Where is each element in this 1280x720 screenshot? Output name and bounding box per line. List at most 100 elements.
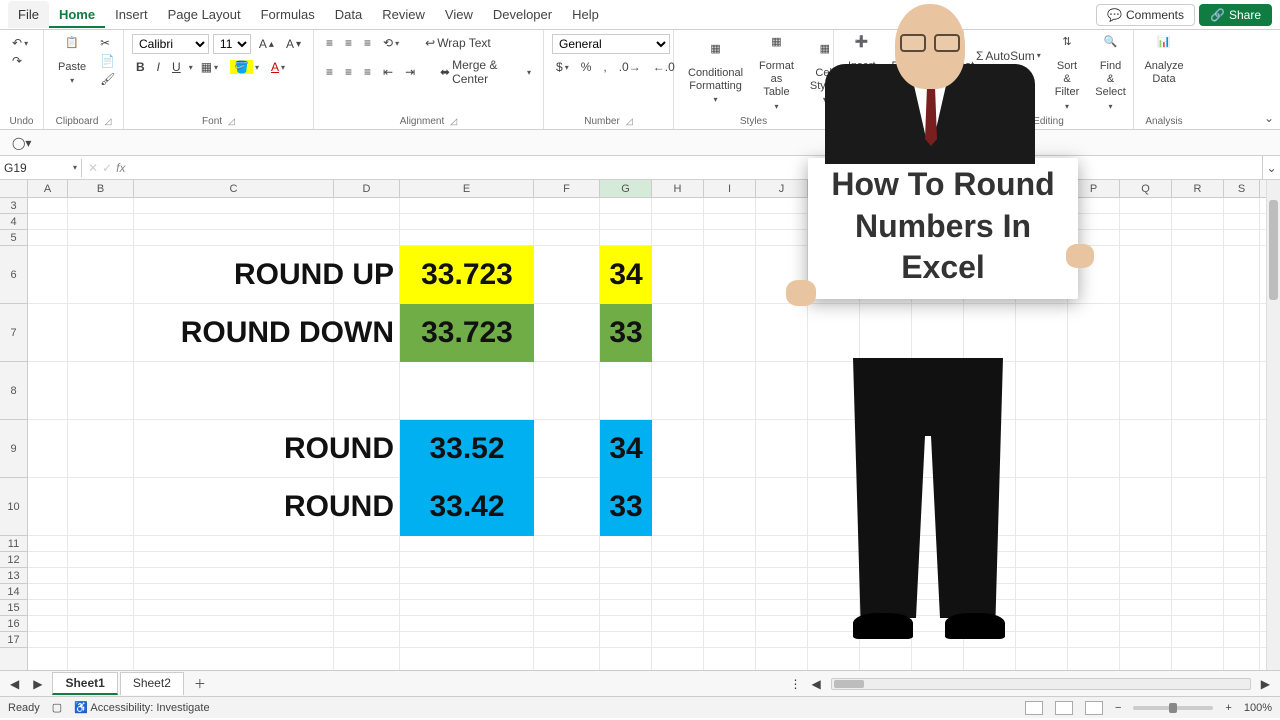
- copy-button[interactable]: 📄: [96, 52, 119, 70]
- row-header-3[interactable]: 3: [0, 198, 27, 214]
- cells-area[interactable]: ROUND UPROUND DOWNROUNDROUND33.7233433.7…: [28, 198, 1280, 670]
- accessibility-status[interactable]: ♿ Accessibility: Investigate: [74, 701, 209, 714]
- sheet-tab-sheet2[interactable]: Sheet2: [120, 672, 184, 695]
- select-all-corner[interactable]: [0, 180, 28, 197]
- percent-button[interactable]: %: [577, 58, 596, 76]
- fill-color-button[interactable]: 🪣 ▾: [226, 58, 263, 76]
- row-header-6[interactable]: 6: [0, 246, 27, 304]
- column-header-G[interactable]: G: [600, 180, 652, 197]
- number-format-select[interactable]: General: [552, 34, 670, 54]
- borders-button[interactable]: ▦ ▾: [197, 58, 222, 76]
- horizontal-scrollbar[interactable]: [831, 678, 1251, 690]
- column-header-J[interactable]: J: [756, 180, 808, 197]
- cut-button[interactable]: ✂: [96, 34, 119, 52]
- underline-button[interactable]: U: [168, 58, 185, 76]
- sheet-tab-sheet1[interactable]: Sheet1: [52, 672, 117, 695]
- align-bottom-button[interactable]: ≡: [360, 34, 375, 52]
- formula-bar[interactable]: [131, 166, 1262, 170]
- merge-center-button[interactable]: ⬌ Merge & Center ▾: [436, 56, 535, 88]
- increase-decimal-button[interactable]: .0→: [615, 58, 645, 76]
- tab-data[interactable]: Data: [325, 1, 372, 28]
- zoom-in-button[interactable]: +: [1225, 702, 1231, 714]
- italic-button[interactable]: I: [153, 58, 164, 76]
- font-name-select[interactable]: Calibri: [132, 34, 209, 54]
- tab-formulas[interactable]: Formulas: [251, 1, 325, 28]
- scrollbar-thumb[interactable]: [1269, 200, 1278, 300]
- conditional-formatting-button[interactable]: ▦Conditional Formatting▾: [682, 41, 749, 107]
- zoom-slider[interactable]: [1133, 706, 1213, 710]
- align-middle-button[interactable]: ≡: [341, 34, 356, 52]
- row-headers[interactable]: 34567891011121314151617: [0, 198, 28, 670]
- comments-button[interactable]: 💬 Comments: [1096, 4, 1195, 26]
- row-header-5[interactable]: 5: [0, 230, 27, 246]
- column-header-B[interactable]: B: [68, 180, 134, 197]
- tab-home[interactable]: Home: [49, 1, 105, 28]
- vertical-scrollbar[interactable]: [1266, 180, 1280, 670]
- tab-developer[interactable]: Developer: [483, 1, 562, 28]
- cell-G9[interactable]: 34: [600, 420, 652, 478]
- column-header-F[interactable]: F: [534, 180, 600, 197]
- row-header-15[interactable]: 15: [0, 600, 27, 616]
- column-header-C[interactable]: C: [134, 180, 334, 197]
- font-color-button[interactable]: A ▾: [267, 58, 289, 76]
- row-header-10[interactable]: 10: [0, 478, 27, 536]
- sheet-nav-next[interactable]: ▶: [29, 675, 46, 693]
- column-header-E[interactable]: E: [400, 180, 534, 197]
- increase-font-button[interactable]: A▴: [255, 35, 278, 53]
- column-headers[interactable]: ABCDEFGHIJKLMNOPQRS: [0, 180, 1280, 198]
- macro-record-icon[interactable]: ▢: [52, 701, 62, 714]
- wrap-text-button[interactable]: ↩ Wrap Text: [421, 34, 495, 52]
- analyze-data-button[interactable]: 📊Analyze Data: [1142, 34, 1186, 88]
- row-header-4[interactable]: 4: [0, 214, 27, 230]
- tab-view[interactable]: View: [435, 1, 483, 28]
- row-header-13[interactable]: 13: [0, 568, 27, 584]
- decrease-indent-button[interactable]: ⇤: [379, 63, 397, 81]
- cancel-formula-button[interactable]: ✕: [88, 161, 98, 175]
- paste-button[interactable]: 📋 Paste ▾: [52, 35, 92, 88]
- hscroll-left[interactable]: ◀: [808, 675, 825, 693]
- dialog-launcher-icon[interactable]: ◿: [450, 116, 457, 127]
- cell-E9[interactable]: 33.52: [400, 420, 534, 478]
- hscroll-right[interactable]: ▶: [1257, 675, 1274, 693]
- bold-button[interactable]: B: [132, 58, 149, 76]
- qat-item[interactable]: ◯▾: [8, 134, 35, 152]
- column-header-I[interactable]: I: [704, 180, 756, 197]
- redo-button[interactable]: ↷: [8, 52, 35, 70]
- row-header-8[interactable]: 8: [0, 362, 27, 420]
- align-left-button[interactable]: ≡: [322, 63, 337, 81]
- row-header-7[interactable]: 7: [0, 304, 27, 362]
- zoom-out-button[interactable]: −: [1115, 702, 1121, 714]
- cell-B10[interactable]: ROUND: [68, 478, 400, 536]
- increase-indent-button[interactable]: ⇥: [401, 63, 419, 81]
- tab-file[interactable]: File: [8, 1, 49, 28]
- share-button[interactable]: 🔗 Share: [1199, 4, 1272, 26]
- row-header-17[interactable]: 17: [0, 632, 27, 648]
- column-header-H[interactable]: H: [652, 180, 704, 197]
- row-header-9[interactable]: 9: [0, 420, 27, 478]
- cell-E7[interactable]: 33.723: [400, 304, 534, 362]
- orientation-button[interactable]: ⟲ ▾: [379, 34, 403, 52]
- cell-B7[interactable]: ROUND DOWN: [68, 304, 400, 362]
- zoom-level[interactable]: 100%: [1244, 702, 1272, 714]
- cell-B6[interactable]: ROUND UP: [68, 246, 400, 304]
- cell-G7[interactable]: 33: [600, 304, 652, 362]
- collapse-ribbon-button[interactable]: ⌄: [1264, 111, 1274, 125]
- expand-formula-bar-button[interactable]: ⌄: [1262, 156, 1280, 179]
- row-header-12[interactable]: 12: [0, 552, 27, 568]
- undo-button[interactable]: ↶ ▾: [8, 34, 35, 52]
- sort-filter-button[interactable]: ⇅Sort & Filter▾: [1049, 34, 1085, 113]
- column-header-A[interactable]: A: [28, 180, 68, 197]
- sheet-options-icon[interactable]: ⋮: [790, 677, 802, 691]
- enter-formula-button[interactable]: ✓: [102, 161, 112, 175]
- dialog-launcher-icon[interactable]: ◿: [104, 116, 111, 127]
- column-header-R[interactable]: R: [1172, 180, 1224, 197]
- format-as-table-button[interactable]: ▦Format as Table▾: [753, 34, 800, 113]
- column-header-S[interactable]: S: [1224, 180, 1260, 197]
- name-box[interactable]: G19 ▾: [0, 159, 82, 177]
- cell-G10[interactable]: 33: [600, 478, 652, 536]
- dialog-launcher-icon[interactable]: ◿: [626, 116, 633, 127]
- tab-help[interactable]: Help: [562, 1, 609, 28]
- comma-button[interactable]: ,: [599, 58, 610, 76]
- new-sheet-button[interactable]: ＋: [190, 673, 210, 694]
- cell-E6[interactable]: 33.723: [400, 246, 534, 304]
